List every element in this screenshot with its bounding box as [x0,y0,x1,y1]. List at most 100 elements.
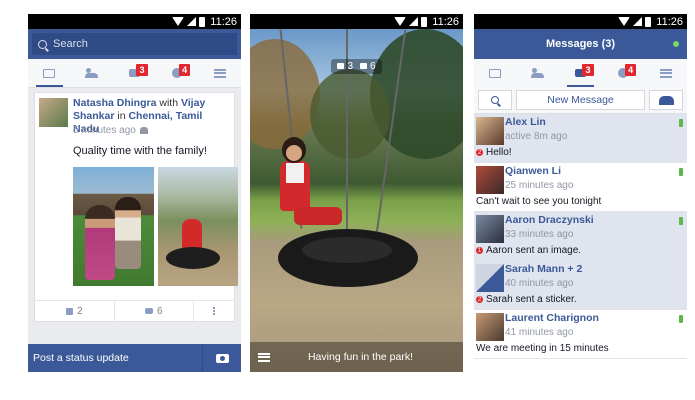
tab-news-feed[interactable] [28,59,71,87]
feed-screen: Search 3 4 Natasha Dhingra with Vijay Sh… [28,29,241,372]
camera-button[interactable] [202,344,241,372]
unread-count-badge: 2 [476,149,483,156]
photo-caption: Having fun in the park! [307,351,414,363]
thread-aaron-draczynski[interactable]: Aaron Draczynski 33 minutes ago 1 Aaron s… [474,212,687,261]
thread-preview-text: Hello! [486,147,512,158]
message-thread-list: Alex Lin active 8m ago 2 Hello! Qianwen L… [474,114,687,372]
thread-name: Alex Lin [505,116,546,128]
messages-screen: Messages (3) 3 4 New Message Alex Lin ac… [474,29,687,372]
post-photo-family[interactable] [73,167,154,286]
tab-menu[interactable] [198,59,241,87]
new-message-button[interactable]: New Message [516,90,645,110]
post-meta: 5 minutes ago [73,125,148,136]
news-feed-icon [489,68,502,78]
in-text: in [114,110,129,122]
new-group-button[interactable] [649,90,683,110]
battery-icon [421,16,428,27]
tab-notifications[interactable]: 4 [156,59,199,87]
status-time: 11:26 [210,15,237,28]
thread-preview-text: Aaron sent an image. [486,245,582,256]
signal-icon [187,17,197,26]
search-input[interactable]: Search [32,33,237,55]
thread-name: Laurent Charignon [505,312,599,324]
notifications-badge: 4 [179,64,191,76]
search-messages-button[interactable] [478,90,512,110]
tab-news-feed[interactable] [474,59,517,87]
thread-preview: We are meeting in 15 minutes [476,343,609,354]
messages-toolbar: New Message [474,87,687,114]
thread-name: Sarah Mann + 2 [505,263,583,275]
friends-icon [85,68,99,78]
menu-icon [213,68,226,78]
like-count: 2 [76,305,83,317]
with-text: with [156,97,181,109]
tab-bar: 3 4 [474,59,687,88]
more-options-button[interactable] [194,301,234,321]
status-bar: 11:26 [250,14,463,29]
comment-button[interactable]: 6 [115,301,194,321]
post-photo-swing[interactable] [158,167,238,286]
thread-qianwen-li[interactable]: Qianwen Li 25 minutes ago Can't wait to … [474,163,687,212]
full-photo[interactable]: 3 6 Having fun in the park! [250,29,463,372]
top-bar: Search [28,29,241,59]
thread-time: 41 minutes ago [505,327,574,338]
wifi-icon [172,17,185,26]
tab-messages[interactable]: 3 [559,59,602,87]
post-actions: 2 6 [35,300,234,321]
group-icon [658,95,674,105]
search-placeholder: Search [53,38,88,50]
thread-alex-lin[interactable]: Alex Lin active 8m ago 2 Hello! [474,114,687,163]
signal-icon [633,17,643,26]
more-dots-icon [213,310,215,312]
audience-friends-icon [139,127,148,134]
author-name[interactable]: Natasha Dhingra [73,97,156,109]
mobile-icon [679,119,683,127]
thread-preview: Can't wait to see you tonight [476,196,601,207]
photo-caption-bar: Having fun in the park! [250,342,463,372]
feed-post: Natasha Dhingra with Vijay Shankar in Ch… [34,92,238,322]
news-feed-icon [43,68,56,78]
photo-like-count: 6 [370,61,376,72]
avatar [476,215,504,243]
thread-time: 40 minutes ago [505,278,574,289]
post-text: Quality time with the family! [73,145,207,157]
tab-bar: 3 4 [28,59,241,88]
thread-preview: 1 Aaron sent an image. [476,245,581,256]
tab-friends[interactable] [517,59,560,87]
photo-menu-button[interactable] [250,342,278,372]
tab-friends[interactable] [71,59,114,87]
status-composer: Post a status update [28,344,241,372]
tab-messages[interactable]: 3 [113,59,156,87]
thread-preview: 2 Hello! [476,147,512,158]
search-icon [491,96,499,104]
photo-counts-pill[interactable]: 3 6 [331,59,382,74]
like-button[interactable]: 2 [35,301,115,321]
post-status-button[interactable]: Post a status update [28,352,202,364]
tab-menu[interactable] [644,59,687,87]
phone-messages: 11:26 Messages (3) 3 4 New Message Alex … [474,14,687,372]
status-bar: 11:26 [28,14,241,29]
friends-icon [531,68,545,78]
tab-notifications[interactable]: 4 [602,59,645,87]
thread-sarah-mann-group[interactable]: Sarah Mann + 2 40 minutes ago 2 Sarah sen… [474,261,687,310]
thread-time: 25 minutes ago [505,180,574,191]
status-bar: 11:26 [474,14,687,29]
thread-preview-text: We are meeting in 15 minutes [476,343,609,354]
messages-badge: 3 [582,64,594,76]
avatar [476,117,504,145]
avatar [476,313,504,341]
comment-count: 6 [156,305,163,317]
messages-badge: 3 [136,64,148,76]
thread-laurent-charignon[interactable]: Laurent Charignon 41 minutes ago We are … [474,310,687,359]
mobile-icon [679,168,683,176]
thread-time: active 8m ago [505,131,568,142]
battery-icon [199,16,206,27]
mobile-icon [679,315,683,323]
online-status-icon [673,41,679,47]
phone-news-feed: 11:26 Search 3 4 Natasha Dhingra with Vi… [28,14,241,372]
search-icon [38,39,47,49]
comment-icon [337,63,345,69]
unread-count-badge: 1 [476,247,483,254]
group-avatar [476,264,504,292]
author-avatar[interactable] [39,98,68,127]
